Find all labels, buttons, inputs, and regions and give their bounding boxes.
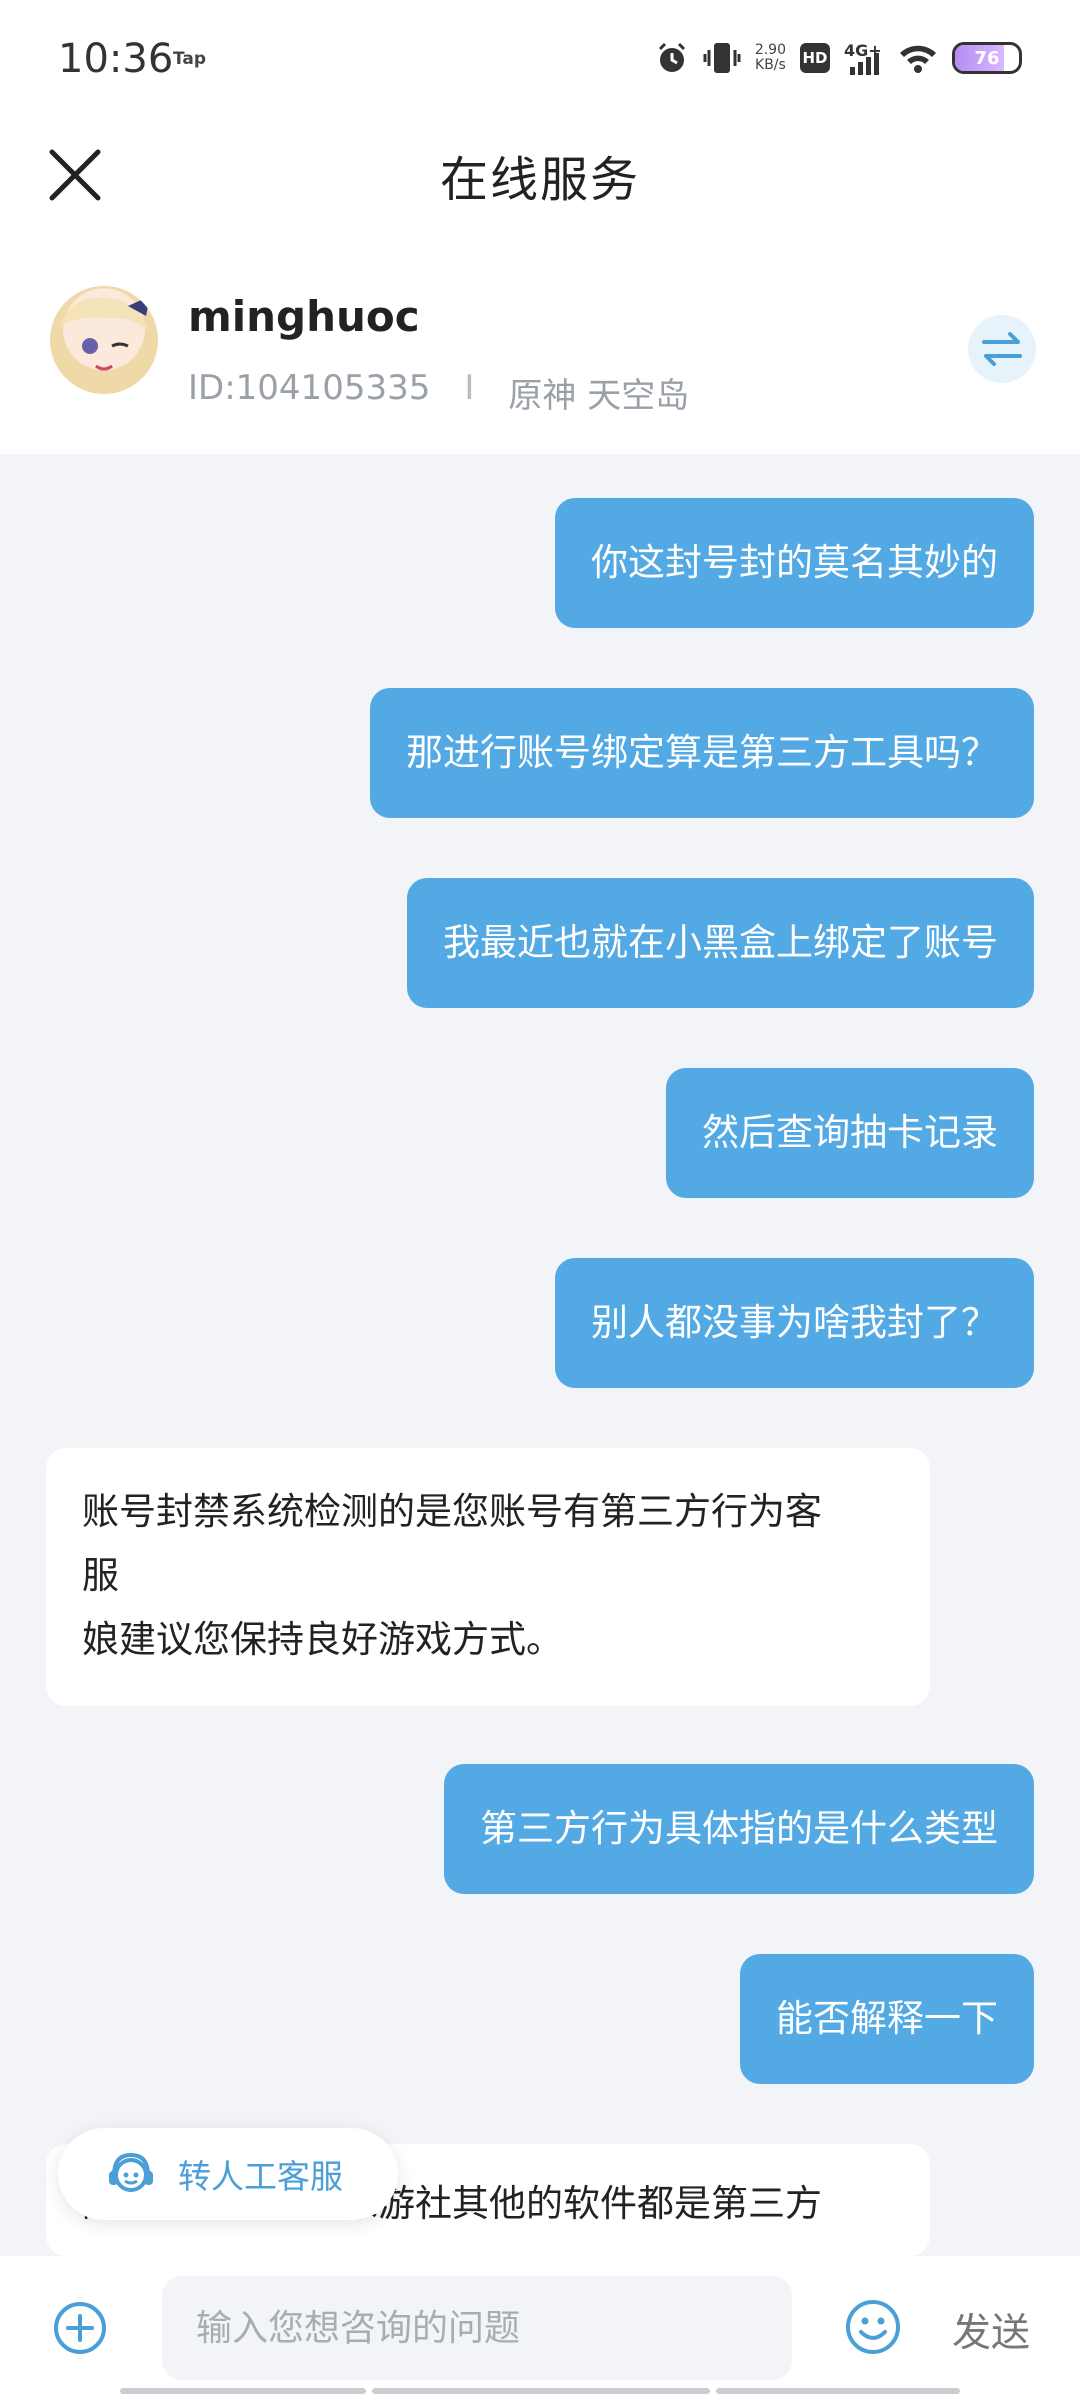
status-icons: 2.90 KB/s HD 4G+ 76 xyxy=(655,38,1022,78)
user-id: ID:104105335 xyxy=(188,368,431,408)
gesture-bar xyxy=(120,2388,366,2394)
status-time: 10:36 xyxy=(58,36,174,82)
message-input[interactable] xyxy=(162,2276,792,2380)
message-line: 账号封禁系统检测的是您账号有第三方行为客 xyxy=(82,1490,822,1533)
transfer-label: 转人工客服 xyxy=(178,2157,343,2196)
status-bar: 10:36 Tap 2.90 KB/s HD 4G+ 76 xyxy=(0,0,1080,118)
vibrate-icon xyxy=(703,43,741,73)
message-outgoing: 你这封号封的莫名其妙的 xyxy=(555,498,1034,628)
message-outgoing: 第三方行为具体指的是什么类型 xyxy=(444,1764,1034,1894)
input-bar: 发送 xyxy=(0,2256,1080,2400)
send-button[interactable]: 发送 xyxy=(952,2302,1030,2358)
message-outgoing: 那进行账号绑定算是第三方工具吗？ xyxy=(370,688,1034,818)
message-outgoing: 能否解释一下 xyxy=(740,1954,1034,2084)
transfer-to-agent-button[interactable]: 转人工客服 xyxy=(58,2128,398,2220)
gesture-bar xyxy=(372,2388,710,2394)
wifi-icon xyxy=(900,45,936,73)
message-line: 服 xyxy=(82,1554,119,1597)
message-outgoing: 然后查询抽卡记录 xyxy=(666,1068,1034,1198)
message-outgoing: 别人都没事为啥我封了？ xyxy=(555,1258,1034,1388)
user-info: ID:104105335 I 原神 天空岛 xyxy=(188,368,689,417)
switch-account-button[interactable] xyxy=(968,315,1036,383)
message-incoming: 账号封禁系统检测的是您账号有第三方行为客 服 娘建议您保持良好游戏方式。 xyxy=(46,1448,930,1706)
plus-circle-icon[interactable] xyxy=(52,2300,108,2356)
speed-unit: KB/s xyxy=(755,57,786,73)
profile-card xyxy=(0,270,1080,454)
battery-level: 76 xyxy=(974,47,1000,69)
network-speed: 2.90 KB/s xyxy=(755,43,786,73)
message-outgoing: 我最近也就在小黑盒上绑定了账号 xyxy=(407,878,1034,1008)
message-line: 娘建议您保持良好游戏方式。 xyxy=(82,1618,563,1661)
tap-label: Tap xyxy=(173,49,207,69)
customer-service-icon xyxy=(109,2152,153,2192)
page-title: 在线服务 xyxy=(439,152,640,208)
info-separator: I xyxy=(464,368,475,408)
alarm-icon xyxy=(658,42,685,72)
message-text: 账号封禁系统检测的是您账号有第三方行为客 服 娘建议您保持良好游戏方式。 xyxy=(82,1480,822,1672)
emoji-icon[interactable] xyxy=(844,2298,902,2356)
gesture-bar xyxy=(716,2388,960,2394)
username: minghuoc xyxy=(188,292,420,341)
speed-value: 2.90 xyxy=(754,42,786,58)
server-name: 原神 天空岛 xyxy=(508,376,690,416)
avatar xyxy=(50,286,158,394)
battery-icon: 76 xyxy=(952,42,1022,74)
cellular-signal-icon: 4G+ xyxy=(844,41,884,75)
hd-badge: HD xyxy=(800,43,830,73)
swap-icon xyxy=(982,332,1022,366)
